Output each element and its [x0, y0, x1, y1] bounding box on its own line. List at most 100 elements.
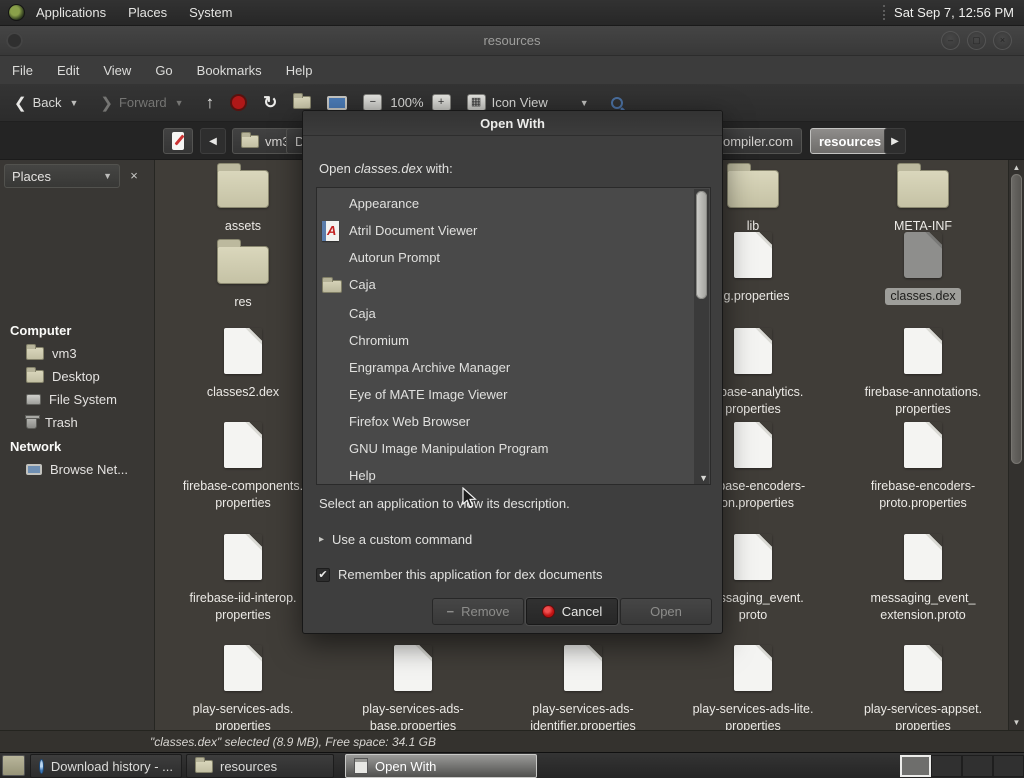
mouse-cursor — [462, 486, 478, 514]
scroll-right-icon: ▶ — [891, 135, 899, 147]
menu-view[interactable]: View — [91, 56, 143, 84]
dialog-hint: Select an application to view its descri… — [319, 496, 570, 511]
sidebar-item-filesystem[interactable]: File System — [26, 392, 117, 407]
file-item[interactable]: play-services-ads-identifier.properties — [508, 645, 658, 735]
file-item[interactable]: play-services-ads. properties — [168, 645, 318, 735]
maximize-button[interactable]: ▢ — [967, 31, 986, 50]
scroll-down-icon[interactable]: ▼ — [1009, 718, 1024, 727]
breadcrumb-compiler[interactable]: ompiler.com — [714, 128, 803, 154]
show-desktop-button[interactable] — [2, 755, 25, 776]
open-button[interactable]: Open — [620, 598, 712, 625]
sidebar-close-button[interactable]: × — [124, 166, 144, 186]
back-dropdown-icon[interactable]: ▼ — [69, 98, 78, 108]
app-list-item[interactable]: Eye of MATE Image Viewer — [317, 381, 695, 408]
workspace-4[interactable] — [993, 755, 1024, 777]
file-item[interactable]: play-services-appset. properties — [848, 645, 998, 735]
menu-edit[interactable]: Edit — [45, 56, 91, 84]
applications-menu[interactable]: Applications — [25, 0, 117, 26]
menu-go[interactable]: Go — [143, 56, 184, 84]
breadcrumb-current[interactable]: resources — [810, 128, 891, 154]
places-menu[interactable]: Places — [117, 0, 178, 26]
document-icon — [734, 422, 772, 468]
sidebar-item-label: Browse Net... — [50, 462, 129, 477]
taskbar: Download history - ... resources Open Wi… — [0, 752, 1024, 778]
app-list-item[interactable]: Caja — [317, 300, 695, 327]
app-list-item[interactable]: Engrampa Archive Manager — [317, 354, 695, 381]
search-icon — [610, 96, 623, 109]
edit-location-button[interactable] — [163, 128, 193, 154]
forward-button[interactable]: ❯ Forward ▼ — [92, 88, 191, 118]
sidebar-dropdown-icon: ▼ — [103, 171, 112, 181]
document-icon — [394, 645, 432, 691]
section-computer: Computer — [10, 323, 72, 338]
cancel-button[interactable]: Cancel — [526, 598, 618, 625]
scroll-up-icon[interactable]: ▲ — [1009, 163, 1024, 172]
sidebar-item-vm3[interactable]: vm3 — [26, 344, 77, 361]
up-button[interactable]: ↑ — [198, 88, 223, 118]
file-item[interactable]: play-services-ads-base.properties — [338, 645, 488, 735]
sidebar-item-desktop[interactable]: Desktop — [26, 367, 100, 384]
menu-file[interactable]: File — [0, 56, 45, 84]
menu-help[interactable]: Help — [274, 56, 325, 84]
distro-logo-icon[interactable] — [8, 4, 25, 21]
remember-checkbox-row[interactable]: ✔ Remember this application for dex docu… — [316, 567, 602, 582]
taskbar-item-files[interactable]: resources — [186, 754, 334, 778]
reload-button[interactable]: ↻ — [255, 88, 285, 118]
stop-button[interactable] — [222, 88, 255, 118]
list-scroll-down-icon[interactable]: ▼ — [699, 473, 708, 483]
app-list-item[interactable]: Atril Document Viewer — [317, 217, 695, 244]
file-item[interactable]: firebase-iid-interop. properties — [168, 534, 318, 624]
app-list-item[interactable]: Caja — [317, 271, 695, 298]
checkbox-label: Remember this application for dex docume… — [338, 567, 603, 582]
taskbar-item-browser[interactable]: Download history - ... — [30, 754, 182, 778]
file-item[interactable]: res — [168, 238, 318, 311]
document-icon — [224, 328, 262, 374]
sidebar-item-browse-network[interactable]: Browse Net... — [26, 462, 128, 477]
sidebar-mode-selector[interactable]: Places ▼ — [4, 164, 120, 188]
file-item[interactable]: classes2.dex — [168, 328, 318, 401]
list-scrollbar-thumb[interactable] — [696, 191, 707, 299]
forward-label: Forward — [118, 95, 167, 110]
app-list-item[interactable]: Chromium — [317, 327, 695, 354]
taskbar-item-open-with[interactable]: Open With — [345, 754, 537, 778]
file-item[interactable]: play-services-ads-lite. properties — [678, 645, 828, 735]
list-scrollbar[interactable] — [694, 189, 709, 484]
file-item-selected[interactable]: classes.dex — [848, 232, 998, 305]
workspace-3[interactable] — [962, 755, 993, 777]
file-item[interactable]: firebase-annotations. properties — [848, 328, 998, 418]
custom-command-expander[interactable]: ▸ Use a custom command — [319, 532, 472, 547]
remove-button[interactable]: − Remove — [432, 598, 524, 625]
workspace-2[interactable] — [931, 755, 962, 777]
window-titlebar[interactable]: resources – ▢ × — [0, 26, 1024, 56]
app-list-item[interactable]: Autorun Prompt — [317, 244, 695, 271]
application-list[interactable]: Appearance Atril Document Viewer Autorun… — [316, 187, 711, 485]
file-item[interactable]: firebase-components. properties — [168, 422, 318, 512]
dialog-prompt: Open classes.dex with: — [319, 161, 453, 176]
document-icon — [224, 645, 262, 691]
app-list-item[interactable]: Help — [317, 462, 695, 484]
file-item[interactable]: META-INF — [848, 162, 998, 235]
vertical-scrollbar[interactable]: ▲ ▼ — [1008, 160, 1024, 730]
app-list-item[interactable]: Firefox Web Browser — [317, 408, 695, 435]
menu-bookmarks[interactable]: Bookmarks — [185, 56, 274, 84]
panel-grip[interactable] — [883, 5, 886, 20]
file-item[interactable]: firebase-encoders-proto.properties — [848, 422, 998, 512]
scrollbar-thumb[interactable] — [1011, 174, 1022, 464]
close-button[interactable]: × — [993, 31, 1012, 50]
crumb-scroll-right-button[interactable]: ▶ — [884, 128, 906, 154]
workspace-1[interactable] — [900, 755, 931, 777]
app-list-item[interactable]: GNU Image Manipulation Program — [317, 435, 695, 462]
system-menu[interactable]: System — [178, 0, 243, 26]
home-folder-icon — [293, 93, 312, 109]
file-item[interactable]: assets — [168, 162, 318, 235]
dialog-titlebar[interactable]: Open With — [303, 111, 722, 136]
back-button[interactable]: ❮ Back ▼ — [6, 88, 86, 118]
sidebar-item-trash[interactable]: Trash — [25, 414, 78, 430]
clock[interactable]: Sat Sep 7, 12:56 PM — [894, 5, 1014, 20]
app-list-item[interactable]: Appearance — [317, 190, 695, 217]
file-item[interactable]: messaging_event_ extension.proto — [848, 534, 998, 624]
minimize-button[interactable]: – — [941, 31, 960, 50]
checkbox-checked-icon[interactable]: ✔ — [316, 567, 330, 582]
edit-location-icon — [172, 132, 184, 150]
crumb-scroll-left-button[interactable]: ◀ — [200, 128, 226, 154]
